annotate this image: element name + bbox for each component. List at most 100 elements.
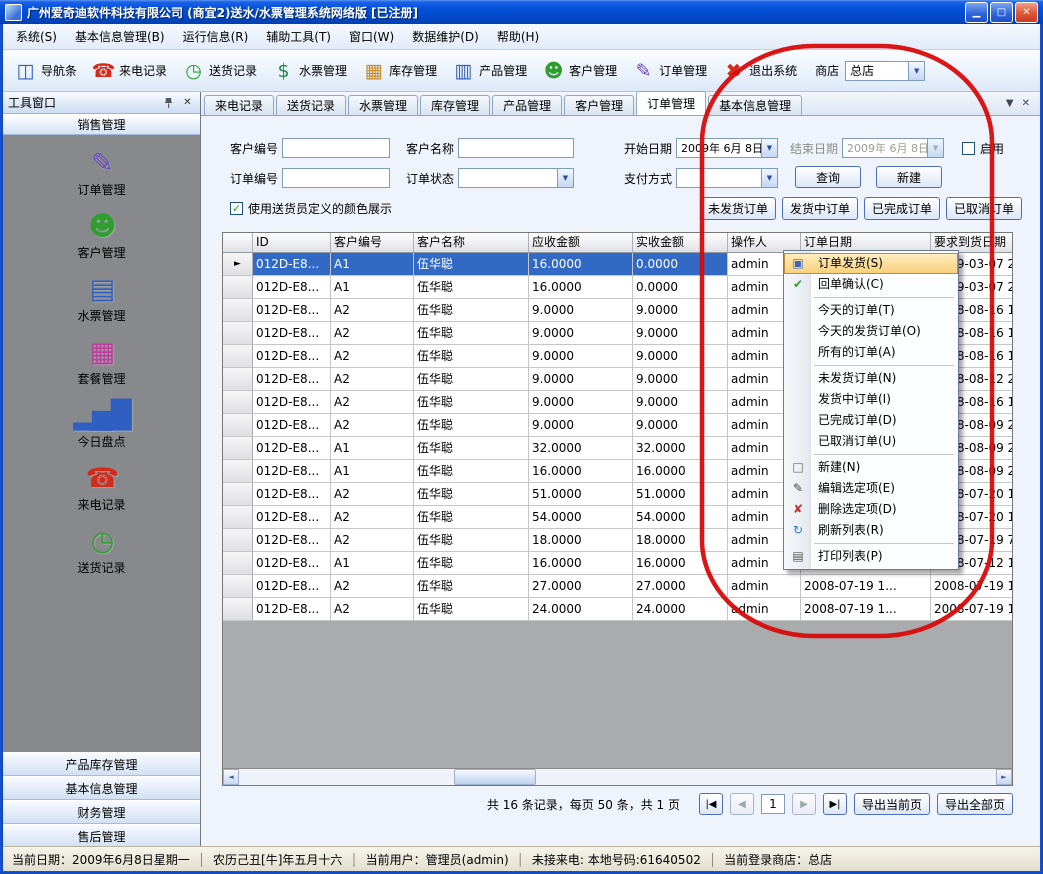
customer-name-input[interactable] — [458, 138, 574, 158]
context-menu-item[interactable]: □ 新建(N) — [784, 457, 958, 478]
context-menu-item[interactable]: ↻ 刷新列表(R) — [784, 520, 958, 541]
export-all-pages-button[interactable]: 导出全部页 — [937, 793, 1013, 815]
use-courier-color-checkbox[interactable]: ✓ 使用送货员定义的颜色展示 — [230, 200, 392, 216]
order-code-input[interactable] — [282, 168, 390, 188]
next-page-button[interactable]: ▶ — [792, 793, 816, 815]
tab[interactable]: 订单管理 — [636, 91, 706, 115]
column-header[interactable]: 实收金额 — [633, 233, 728, 253]
context-menu-item[interactable]: ✔ 回单确认(C) — [784, 274, 958, 295]
order-status-filter-button[interactable]: 已取消订单 — [946, 197, 1022, 220]
pin-icon[interactable] — [161, 97, 176, 109]
enable-end-date-checkbox[interactable]: 启用 — [962, 140, 1004, 156]
menu-item[interactable]: 运行信息(R) — [174, 24, 258, 49]
context-menu-item[interactable]: 今天的发货订单(O) — [784, 321, 958, 342]
checkbox-box[interactable] — [962, 142, 975, 155]
titlebar[interactable]: 广州爱奇迪软件科技有限公司 (商宜2)送水/水票管理系统网络版 [已注册] ▁ … — [0, 0, 1043, 24]
sidebar-close-icon[interactable]: ✕ — [180, 97, 195, 108]
toolbar-button[interactable]: ◫◫ 导航条 — [7, 55, 83, 87]
column-header[interactable]: ID — [253, 233, 331, 253]
tab-close-icon[interactable]: ✕ — [1022, 98, 1030, 109]
start-date-picker[interactable]: 2009年 6月 8日▼ — [676, 138, 778, 158]
toolbar-button[interactable]: $$ 水票管理 — [265, 55, 353, 87]
sidebar-group-bar[interactable]: 售后管理 — [3, 824, 200, 848]
toolbar-button[interactable]: ✖✖ 退出系统 — [715, 55, 803, 87]
context-menu-item[interactable]: ▤ 打印列表(P) — [784, 546, 958, 567]
sidebar-item[interactable]: ✎ 订单管理 — [3, 147, 200, 198]
toolbar-button[interactable]: ▦▦ 库存管理 — [355, 55, 443, 87]
query-button[interactable]: 查询 — [795, 166, 861, 188]
tab[interactable]: 水票管理 — [348, 95, 418, 115]
toolbar-button[interactable]: ✎✎ 订单管理 — [625, 55, 713, 87]
tab[interactable]: 送货记录 — [276, 95, 346, 115]
toolbar-button[interactable]: ▥▥ 产品管理 — [445, 55, 533, 87]
order-status-filter-button[interactable]: 发货中订单 — [782, 197, 858, 220]
sidebar-item[interactable]: ◷ 送货记录 — [3, 525, 200, 576]
menu-item[interactable]: 帮助(H) — [488, 24, 548, 49]
menu-item[interactable]: 基本信息管理(B) — [66, 24, 174, 49]
column-header[interactable]: 应收金额 — [529, 233, 633, 253]
sidebar-section-header[interactable]: 销售管理 — [3, 114, 200, 135]
chevron-down-icon[interactable]: ▼ — [927, 139, 943, 157]
tab[interactable]: 客户管理 — [564, 95, 634, 115]
menu-item[interactable]: 辅助工具(T) — [257, 24, 340, 49]
sidebar-group-bar[interactable]: 财务管理 — [3, 800, 200, 824]
sidebar-item[interactable]: ☻ 客户管理 — [3, 210, 200, 261]
chevron-down-icon[interactable]: ▼ — [761, 139, 777, 157]
scroll-left-icon[interactable]: ◄ — [223, 769, 239, 785]
context-menu-item[interactable]: ▣ 订单发货(S) — [784, 253, 958, 274]
context-menu-item[interactable]: ✘ 删除选定项(D) — [784, 499, 958, 520]
end-date-picker[interactable]: 2009年 6月 8日▼ — [842, 138, 944, 158]
menu-item[interactable]: 数据维护(D) — [403, 24, 488, 49]
context-menu-item[interactable]: 已完成订单(D) — [784, 410, 958, 431]
scrollbar-track[interactable] — [239, 769, 996, 785]
context-menu-item[interactable]: 未发货订单(N) — [784, 368, 958, 389]
table-row[interactable]: 012D-E8... A2 伍华聪 27.0000 27.0000 admin … — [223, 575, 1012, 598]
order-status-filter-button[interactable]: 未发货订单 — [700, 197, 776, 220]
tab[interactable]: 产品管理 — [492, 95, 562, 115]
first-page-button[interactable]: |◀ — [699, 793, 723, 815]
table-row[interactable]: 012D-E8... A2 伍华聪 24.0000 24.0000 admin … — [223, 598, 1012, 621]
minimize-button[interactable]: ▁ — [965, 2, 988, 23]
column-header[interactable]: 客户编号 — [331, 233, 414, 253]
chevron-down-icon[interactable]: ▼ — [557, 169, 573, 187]
tab[interactable]: 库存管理 — [420, 95, 490, 115]
context-menu-item[interactable]: 发货中订单(I) — [784, 389, 958, 410]
horizontal-scrollbar[interactable]: ◄ ► — [223, 768, 1012, 785]
scrollbar-thumb[interactable] — [454, 769, 536, 785]
store-select[interactable]: 总店 ▼ — [845, 61, 925, 81]
checkbox-box[interactable]: ✓ — [230, 202, 243, 215]
chevron-down-icon[interactable]: ▼ — [908, 62, 924, 80]
scroll-right-icon[interactable]: ► — [996, 769, 1012, 785]
close-button[interactable]: ✕ — [1015, 2, 1038, 23]
toolbar-button[interactable]: ☎☎ 来电记录 — [85, 55, 173, 87]
tab-list-dropdown-icon[interactable]: ▼ — [1006, 98, 1014, 109]
sidebar-item[interactable]: ▦ 套餐管理 — [3, 336, 200, 387]
order-status-filter-button[interactable]: 已完成订单 — [864, 197, 940, 220]
export-current-page-button[interactable]: 导出当前页 — [854, 793, 930, 815]
column-header[interactable]: 客户名称 — [414, 233, 529, 253]
context-menu-item[interactable]: 所有的订单(A) — [784, 342, 958, 363]
prev-page-button[interactable]: ◀ — [730, 793, 754, 815]
last-page-button[interactable]: ▶| — [823, 793, 847, 815]
toolbar-button[interactable]: ◷◷ 送货记录 — [175, 55, 263, 87]
context-menu-item[interactable]: 已取消订单(U) — [784, 431, 958, 452]
new-button[interactable]: 新建 — [876, 166, 942, 188]
context-menu-item[interactable]: 今天的订单(T) — [784, 300, 958, 321]
chevron-down-icon[interactable]: ▼ — [761, 169, 777, 187]
menu-item[interactable]: 窗口(W) — [340, 24, 403, 49]
toolbar-button[interactable]: ☻☻ 客户管理 — [535, 55, 623, 87]
sidebar-group-bar[interactable]: 产品库存管理 — [3, 752, 200, 776]
tab[interactable]: 基本信息管理 — [708, 95, 802, 115]
context-menu-item[interactable]: ✎ 编辑选定项(E) — [784, 478, 958, 499]
sidebar-item[interactable]: ▤ 水票管理 — [3, 273, 200, 324]
menu-item[interactable]: 系统(S) — [7, 24, 66, 49]
sidebar-item[interactable]: ☎ 来电记录 — [3, 462, 200, 513]
page-number-input[interactable]: 1 — [761, 794, 785, 814]
pay-method-select[interactable]: ▼ — [676, 168, 778, 188]
customer-code-input[interactable] — [282, 138, 390, 158]
sidebar-group-bar[interactable]: 基本信息管理 — [3, 776, 200, 800]
maximize-button[interactable]: □ — [990, 2, 1013, 23]
tab[interactable]: 来电记录 — [204, 95, 274, 115]
sidebar-item[interactable]: ▂▅█ 今日盘点 — [3, 399, 200, 450]
order-status-select[interactable]: ▼ — [458, 168, 574, 188]
